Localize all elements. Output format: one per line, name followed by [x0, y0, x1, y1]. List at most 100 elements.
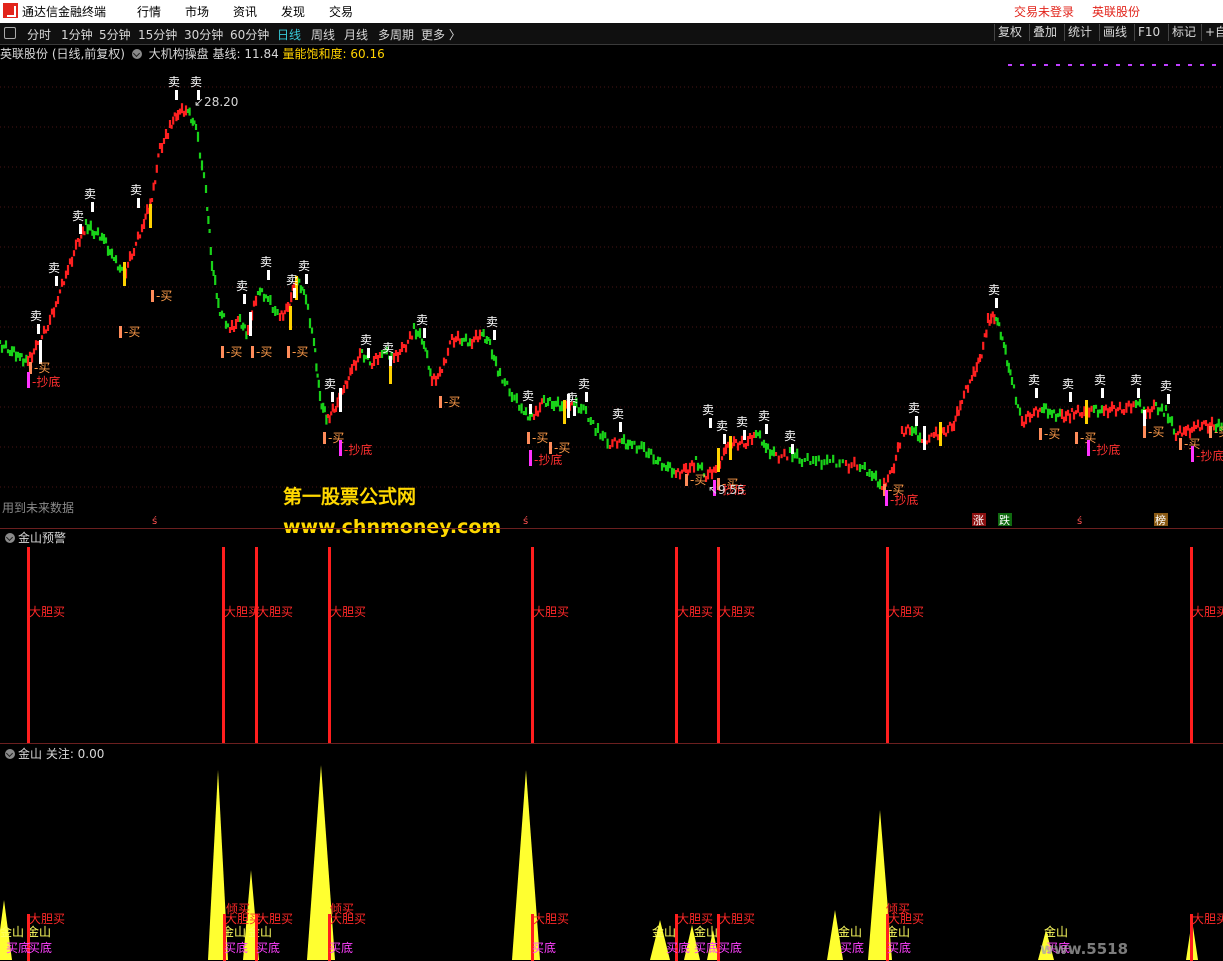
bold-buy-line: [886, 547, 889, 743]
adjust-button[interactable]: 复权: [994, 24, 1025, 41]
sell-label: 卖: [236, 279, 248, 293]
jinshan-label: 金山: [838, 924, 862, 939]
bottom-label: 买底: [329, 940, 353, 955]
sell-label: 卖: [48, 261, 60, 275]
bold-buy-line: [255, 547, 258, 743]
signal-candle: [149, 204, 152, 228]
event-badge-label: 榜: [1155, 513, 1166, 527]
buy-marker: [527, 432, 530, 444]
bottom-marker: [529, 450, 532, 466]
sell-marker: [585, 392, 588, 402]
bottom-label: 买底: [532, 940, 556, 955]
jinshan-label: 金山: [1044, 924, 1068, 939]
menu-trade[interactable]: 交易: [329, 3, 353, 20]
tab-15min[interactable]: 15分钟: [138, 26, 177, 43]
signal-candle: [339, 388, 342, 412]
panel2-dropdown-icon[interactable]: [5, 533, 15, 543]
tab-1min[interactable]: 1分钟: [61, 26, 93, 43]
low-price-label: ↖9.55: [708, 483, 745, 497]
bottom-label: 买底: [666, 940, 690, 955]
top-tick: [1092, 64, 1096, 66]
signal-candle: [717, 448, 720, 472]
sell-label: 卖: [1130, 373, 1142, 387]
menu-market[interactable]: 市场: [185, 3, 209, 20]
watermark-line1: 第一股票公式网: [283, 486, 417, 508]
mark-button[interactable]: 标记: [1168, 24, 1199, 41]
sell-label: 卖: [1160, 379, 1172, 393]
tab-weekly[interactable]: 周线: [311, 26, 335, 43]
tab-daily[interactable]: 日线: [277, 26, 301, 43]
panel3-title[interactable]: 金山 关注: 0.00: [18, 747, 104, 761]
sell-marker: [995, 298, 998, 308]
tab-timeshare[interactable]: 分时: [27, 26, 51, 43]
buy-label: 倾买: [330, 902, 354, 916]
sell-label: 卖: [286, 273, 298, 287]
sell-label: 卖: [190, 75, 202, 89]
bold-buy-label: 大胆买: [888, 605, 924, 619]
bottom-label: -抄底: [534, 452, 562, 467]
sell-marker: [743, 430, 746, 440]
tab-monthly[interactable]: 月线: [344, 26, 368, 43]
sell-marker: [619, 422, 622, 432]
panel3-dropdown-icon[interactable]: [5, 749, 15, 759]
top-tick: [1212, 64, 1216, 66]
buy-marker: [1179, 438, 1182, 450]
stock-label: 英联股份 (日线,前复权): [0, 47, 125, 61]
warning-panel[interactable]: 大胆买 大胆买大胆买 大胆买 大胆买 大胆买 大胆买 大胆买 大胆买: [0, 545, 1223, 743]
window-icon[interactable]: [4, 27, 16, 39]
sell-marker: [1069, 392, 1072, 402]
bottom-label: -抄底: [1092, 442, 1120, 457]
bottom-marker: [1191, 446, 1194, 462]
menu-discover[interactable]: 发现: [281, 3, 305, 20]
tab-60min[interactable]: 60分钟: [230, 26, 269, 43]
panel2-title[interactable]: 金山预警: [18, 531, 66, 545]
bold-buy-label: 大胆买: [224, 605, 260, 619]
bottom-label: 买底: [718, 940, 742, 955]
sell-label: 卖: [168, 75, 180, 89]
sell-label: 卖: [30, 309, 42, 323]
buy-label: -买: [1044, 427, 1060, 441]
sell-marker: [175, 90, 178, 100]
add-custom-button[interactable]: +自: [1201, 24, 1223, 41]
watermark-line2: www.chnmoney.com: [283, 516, 502, 538]
tab-multi-period[interactable]: 多周期: [378, 26, 414, 43]
bottom-label: -抄底: [344, 442, 372, 457]
sell-label: 卖: [486, 315, 498, 329]
draw-button[interactable]: 画线: [1099, 24, 1130, 41]
top-tick: [1176, 64, 1180, 66]
buy-label: -买: [156, 289, 172, 303]
menu-news[interactable]: 资讯: [233, 3, 257, 20]
top-tick: [1200, 64, 1204, 66]
tab-5min[interactable]: 5分钟: [99, 26, 131, 43]
buy-marker: [251, 346, 254, 358]
bottom-label: 买底: [887, 940, 911, 955]
login-status[interactable]: 交易未登录: [1014, 3, 1074, 20]
buy-marker: [1039, 428, 1042, 440]
sell-label: 卖: [382, 341, 394, 355]
menu-quotes[interactable]: 行情: [137, 3, 161, 20]
bold-buy-label: 大胆买: [1192, 912, 1223, 926]
bottom-label: 买底: [6, 940, 30, 955]
tab-30min[interactable]: 30分钟: [184, 26, 223, 43]
signal-candle: [123, 262, 126, 286]
f10-button[interactable]: F10: [1134, 24, 1163, 41]
bold-buy-label: 大胆买: [257, 912, 293, 926]
baseline-label: 基线: 11.84: [212, 47, 279, 61]
indicator-dropdown-icon[interactable]: [131, 49, 142, 59]
top-tick: [1020, 64, 1024, 66]
sell-label: 卖: [522, 389, 534, 403]
buy-marker: [221, 346, 224, 358]
sell-marker: [137, 198, 140, 208]
sell-marker: [1137, 388, 1140, 398]
tab-more[interactable]: 更多 〉: [421, 26, 461, 43]
sell-marker: [91, 202, 94, 212]
buy-label: -买: [34, 361, 50, 375]
stats-button[interactable]: 统计: [1064, 24, 1095, 41]
sell-marker: [573, 406, 576, 416]
sell-marker: [493, 330, 496, 340]
jinshan-panel[interactable]: 金山 金山 金山 金山 金山 金山 金山 金山 金山大胆买 大胆买大胆买 大胆买 大胆买 大胆买 大胆买大…: [0, 762, 1223, 961]
overlay-button[interactable]: 叠加: [1029, 24, 1060, 41]
price-chart[interactable]: 卖卖卖卖 卖卖 卖卖卖卖卖卖卖卖卖 卖卖 卖卖卖 卖卖卖卖卖卖卖卖卖卖卖卖-买-买-买-买…: [0, 62, 1223, 528]
indicator-name[interactable]: 大机构操盘: [149, 47, 209, 61]
sell-label: 卖: [908, 401, 920, 415]
